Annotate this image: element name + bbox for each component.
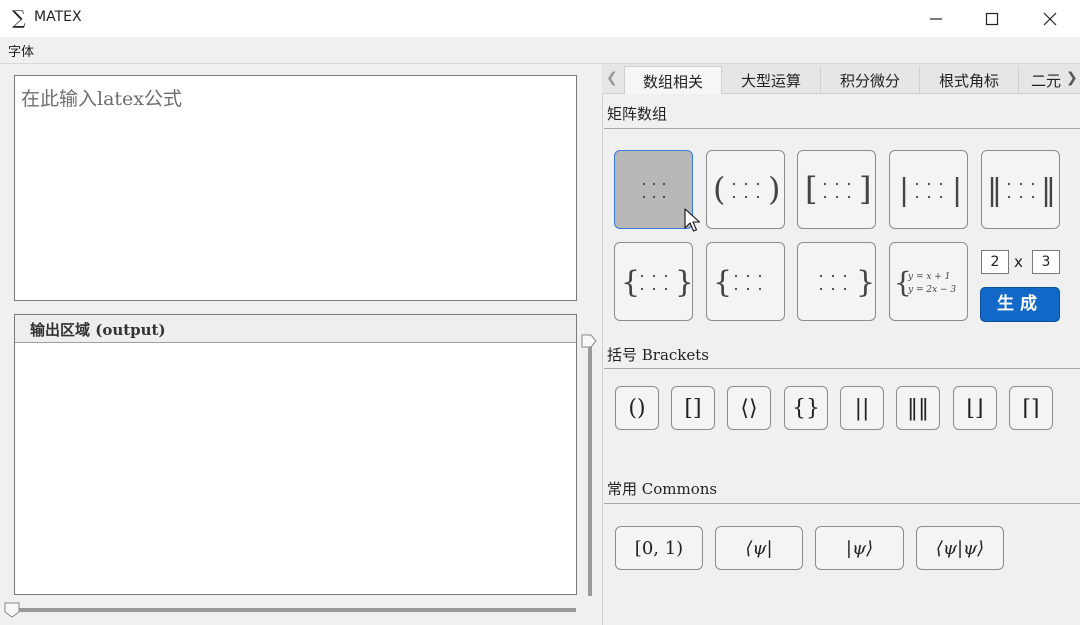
left-brace-glyph: { (713, 265, 732, 300)
matrix-plain-button[interactable] (614, 150, 693, 229)
tab-large-operators[interactable]: 大型运算 (722, 66, 821, 94)
bracket-right-glyph: ] (859, 170, 871, 208)
common-interval-button[interactable]: [0, 1) (615, 526, 703, 570)
bracket-square-button[interactable]: [] (671, 386, 715, 430)
brace-matrix-icon: { } (621, 265, 690, 300)
generate-button[interactable]: 生成 (980, 287, 1060, 322)
matrix-bracket-button[interactable]: [ ] (797, 150, 876, 229)
output-area: 输出区域 (output) (14, 314, 577, 595)
output-header-label: 输出区域 (output) (30, 321, 166, 339)
double-vbar-right-glyph: ‖ (1041, 173, 1056, 208)
sigma-app-icon: ∑ (12, 7, 26, 29)
rows-input[interactable]: 2 (981, 250, 1009, 274)
double-vbar-left-glyph: ‖ (987, 173, 1002, 208)
bracket-left-glyph: [ (805, 170, 817, 208)
left-brace-matrix-icon: { (713, 265, 761, 300)
cases-line-1: y = x + 1 (907, 272, 950, 282)
cases-button[interactable]: { y = x + 1 y = 2x − 3 (889, 242, 968, 321)
brace-left-glyph: { (621, 265, 640, 300)
mouse-cursor-icon (684, 208, 701, 232)
matrix-brace-button[interactable]: { } (614, 242, 693, 321)
section-matrix-title: 矩阵数组 (607, 105, 668, 123)
section-matrix-line (604, 128, 1080, 129)
vertical-splitter-handle-icon[interactable] (581, 334, 597, 348)
maximize-button[interactable] (964, 0, 1020, 37)
close-icon (1043, 12, 1057, 25)
plain-matrix-icon (642, 182, 665, 198)
bracket-vbar-button[interactable]: || (840, 386, 884, 430)
paren-matrix-icon: ( ) (713, 170, 780, 208)
tab-radical[interactable]: 根式角标 (920, 66, 1019, 94)
tab-binary[interactable]: 二元 (1019, 66, 1067, 94)
output-header: 输出区域 (output) (15, 315, 576, 343)
matrix-vbar-button[interactable]: | | (889, 150, 968, 229)
right-brace-matrix-icon: } (819, 265, 873, 300)
common-braket-button[interactable]: ⟨ψ|ψ⟩ (916, 526, 1004, 570)
latex-input-placeholder: 在此输入latex公式 (21, 88, 182, 110)
minimize-button[interactable] (908, 0, 964, 37)
cases-icon: { y = x + 1 y = 2x − 3 (894, 266, 956, 299)
paren-left-glyph: ( (713, 170, 725, 208)
right-brace-glyph: } (856, 265, 873, 300)
title-bar: ∑ MATEX (0, 0, 1080, 37)
tab-array[interactable]: 数组相关 (624, 66, 722, 94)
common-bra-button[interactable]: ⟨ψ| (715, 526, 803, 570)
section-commons-line (604, 503, 1080, 504)
vbar-right-glyph: | (952, 173, 962, 208)
horizontal-scrollbar[interactable] (14, 608, 576, 612)
bracket-matrix-icon: [ ] (805, 170, 871, 208)
matrix-double-vbar-button[interactable]: ‖ ‖ (981, 150, 1060, 229)
cols-input[interactable]: 3 (1032, 250, 1060, 274)
vbar-matrix-icon: | | (899, 173, 962, 208)
section-commons-title: 常用 Commons (607, 480, 718, 498)
section-brackets-title: 括号 Brackets (607, 346, 709, 364)
bracket-paren-button[interactable]: () (615, 386, 659, 430)
tab-integral[interactable]: 积分微分 (821, 66, 920, 94)
brace-right-glyph: } (675, 265, 690, 300)
bracket-ceil-button[interactable]: ⌈⌉ (1009, 386, 1053, 430)
matrix-right-brace-button[interactable]: } (797, 242, 876, 321)
dims-times-label: x (1014, 253, 1023, 271)
matrix-paren-button[interactable]: ( ) (706, 150, 785, 229)
menu-bar: 字体 (0, 37, 1080, 63)
section-brackets-line (604, 368, 1080, 369)
bracket-brace-button[interactable]: {} (784, 386, 828, 430)
vertical-scrollbar[interactable] (588, 344, 592, 596)
latex-input[interactable]: 在此输入latex公式 (14, 75, 577, 301)
close-button[interactable] (1022, 0, 1078, 37)
common-ket-button[interactable]: |ψ⟩ (815, 526, 904, 570)
horizontal-slider-handle-icon[interactable] (4, 602, 20, 618)
tab-scroll-left-icon[interactable]: ❮ (606, 70, 618, 86)
tab-scroll-right-icon[interactable]: ❯ (1066, 70, 1078, 86)
cases-line-2: y = 2x − 3 (907, 285, 956, 295)
vbar-left-glyph: | (899, 173, 909, 208)
bracket-double-vbar-button[interactable]: ‖‖ (896, 386, 940, 430)
double-vbar-matrix-icon: ‖ ‖ (987, 173, 1056, 208)
maximize-icon (985, 12, 999, 25)
minimize-icon (930, 17, 942, 20)
window-title: MATEX (34, 9, 82, 25)
matrix-left-brace-button[interactable]: { (706, 242, 785, 321)
bracket-floor-button[interactable]: ⌊⌋ (953, 386, 997, 430)
menu-font[interactable]: 字体 (8, 41, 34, 60)
paren-right-glyph: ) (768, 170, 780, 208)
bracket-angle-button[interactable]: ⟨⟩ (727, 386, 771, 430)
